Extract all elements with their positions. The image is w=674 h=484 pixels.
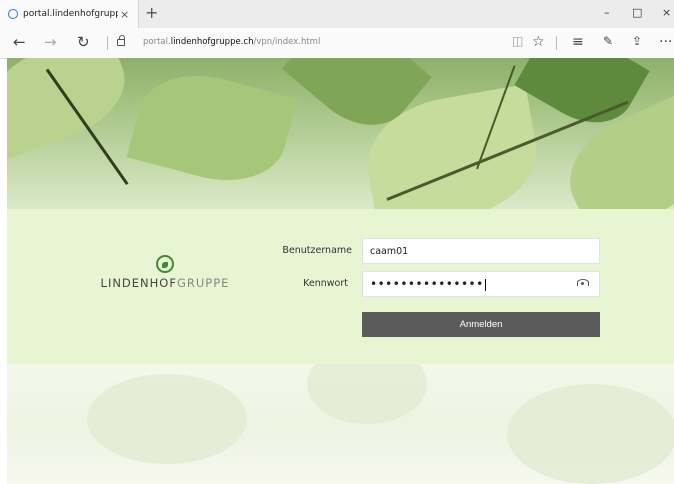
password-field[interactable]: ••••••••••••••• — [362, 271, 600, 297]
bottom-background-image — [7, 364, 674, 484]
username-value: caam01 — [370, 246, 409, 257]
forward-button[interactable]: → — [44, 33, 57, 51]
hero-leaves-image — [7, 58, 674, 209]
password-dots: ••••••••••••••• — [370, 277, 484, 291]
navigation-bar: ← → ↻ portal.lindenhofgruppe.ch/vpn/inde… — [0, 28, 674, 59]
lock-icon[interactable] — [117, 35, 125, 46]
tab-favicon-icon — [8, 9, 18, 19]
refresh-button[interactable]: ↻ — [77, 33, 90, 51]
password-label: Kennwort — [303, 278, 348, 289]
url-prefix: portal. — [143, 37, 171, 47]
url-host: lindenhofgruppe.ch — [170, 37, 254, 47]
browser-tab[interactable]: portal.lindenhofgruppe. × — [0, 0, 139, 28]
tab-close-icon[interactable]: × — [120, 8, 129, 21]
logo-text-bold: LINDENHOF — [100, 276, 177, 290]
close-window-button[interactable]: × — [662, 6, 671, 19]
more-icon[interactable]: ··· — [659, 34, 672, 50]
text-cursor — [484, 278, 486, 291]
username-label: Benutzername — [282, 245, 352, 256]
login-submit-button[interactable]: Anmelden — [362, 312, 600, 337]
logo-text: LINDENHOFGRUPPE — [100, 276, 230, 290]
reading-view-icon[interactable]: ◫ — [512, 34, 523, 48]
logo-text-light: GRUPPE — [176, 276, 230, 290]
username-field[interactable]: caam01 — [362, 238, 600, 264]
favorite-star-icon[interactable]: ☆ — [532, 34, 545, 50]
show-password-eye-icon[interactable] — [577, 279, 589, 286]
address-bar[interactable]: portal.lindenhofgruppe.ch/vpn/index.html — [143, 37, 320, 47]
maximize-button[interactable]: □ — [632, 6, 642, 19]
url-path: /vpn/index.html — [253, 37, 321, 47]
password-value: ••••••••••••••• — [370, 277, 486, 291]
minimize-button[interactable]: – — [604, 6, 610, 19]
lindenhof-logo-icon — [156, 255, 174, 273]
tab-title: portal.lindenhofgruppe. — [23, 9, 118, 19]
title-bar: portal.lindenhofgruppe. × + – □ × — [0, 0, 674, 28]
toolbar-divider — [107, 36, 108, 50]
lindenhofgruppe-logo: LINDENHOFGRUPPE — [100, 255, 230, 290]
back-button[interactable]: ← — [13, 33, 26, 51]
hub-icon[interactable]: ≡ — [572, 34, 584, 50]
web-note-icon[interactable]: ✎ — [603, 34, 613, 48]
new-tab-button[interactable]: + — [145, 3, 158, 22]
toolbar-divider-2 — [556, 36, 557, 50]
share-icon[interactable]: ⇪ — [632, 34, 642, 48]
